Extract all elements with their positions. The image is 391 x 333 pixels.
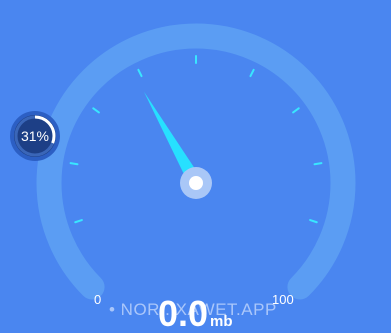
gauge-tick	[92, 107, 100, 114]
gauge-arc-track	[36, 23, 356, 300]
gauge-tick	[292, 107, 300, 114]
speed-readout: 0.0 mb	[158, 294, 233, 333]
gauge-tick	[309, 219, 318, 224]
speed-unit: mb	[210, 313, 233, 330]
speed-value: 0.0	[158, 293, 209, 333]
gauge-tick	[74, 219, 83, 224]
gauge-hub-center	[189, 176, 203, 190]
gauge-tick	[249, 68, 255, 78]
gauge-tick	[137, 68, 143, 78]
gauge-tick	[313, 162, 323, 166]
speed-gauge	[36, 23, 356, 300]
gauge-min-label: 0	[94, 292, 102, 307]
gauge-tick	[69, 162, 79, 166]
progress-badge: 31%	[9, 110, 61, 162]
progress-percent-label: 31%	[20, 128, 50, 144]
speedtest-screen: 0 100 • NOR...XAWET.APP 0.0 mb 31%	[0, 0, 391, 333]
